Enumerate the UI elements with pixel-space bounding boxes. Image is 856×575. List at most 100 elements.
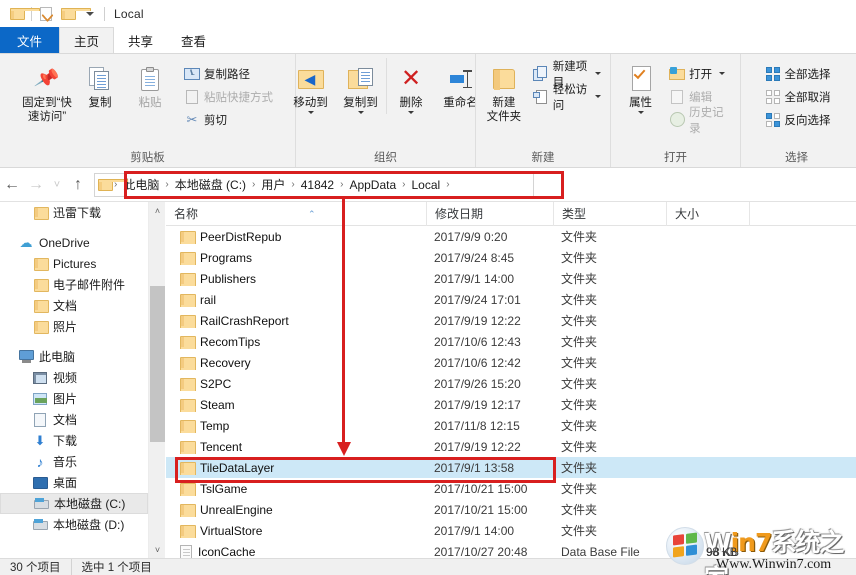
breadcrumb-item-users[interactable]: 用户 — [256, 176, 290, 193]
copy-to-button[interactable]: 复制到 — [336, 58, 386, 114]
nav-item-label: 文档 — [53, 299, 78, 313]
nav-item-[interactable]: 电子邮件附件 — [0, 274, 148, 295]
tab-share[interactable]: 共享 — [114, 27, 167, 53]
table-row[interactable]: Temp 2017/11/8 12:15 文件夹 — [166, 415, 856, 436]
breadcrumb-item-local-disk[interactable]: 本地磁盘 (C:) — [170, 176, 251, 193]
qat-folder-icon[interactable] — [6, 3, 40, 25]
delete-chevron-down-icon[interactable] — [408, 111, 414, 114]
cell-type: 文件夹 — [561, 524, 598, 538]
ribbon: 📌 固定到“快 速访问” 复制 粘贴 \\.. 复制路径 粘贴快捷方式 ✂ 剪切… — [0, 54, 856, 168]
table-row[interactable]: Publishers 2017/9/1 14:00 文件夹 — [166, 268, 856, 289]
table-row[interactable]: Tencent 2017/9/19 12:22 文件夹 — [166, 436, 856, 457]
nav-scroll-thumb[interactable] — [150, 286, 165, 442]
cell-date: 2017/9/19 12:22 — [434, 439, 521, 454]
back-button[interactable]: ← — [0, 173, 24, 197]
pin-to-quick-access-button[interactable]: 📌 固定到“快 速访问” — [19, 58, 75, 124]
tab-view[interactable]: 查看 — [167, 27, 220, 53]
select-none-button[interactable]: 全部取消 — [762, 85, 834, 108]
nav-item-[interactable]: 文档 — [0, 295, 148, 316]
file-name-label: Publishers — [200, 271, 257, 286]
table-row[interactable]: PeerDistRepub 2017/9/9 0:20 文件夹 — [166, 226, 856, 247]
new-item-chevron-down-icon[interactable] — [595, 72, 601, 75]
open-button[interactable]: 打开 — [666, 62, 734, 85]
nav-item-[interactable]: 文档 — [0, 409, 148, 430]
file-name-label: RailCrashReport — [200, 313, 289, 328]
select-all-button[interactable]: 全部选择 — [762, 62, 834, 85]
move-to-button[interactable]: ◀ 移动到 — [286, 58, 336, 114]
copy-to-chevron-down-icon[interactable] — [357, 111, 364, 114]
qat-properties-icon[interactable] — [35, 3, 57, 25]
table-row[interactable]: RailCrashReport 2017/9/19 12:22 文件夹 — [166, 310, 856, 331]
properties-button[interactable]: 属性 — [617, 58, 664, 114]
cell-name: Steam — [166, 398, 426, 412]
properties-chevron-down-icon[interactable] — [637, 111, 644, 114]
table-row[interactable]: TileDataLayer 2017/9/1 13:58 文件夹 — [166, 457, 856, 478]
folder-icon — [180, 524, 196, 538]
cell-date: 2017/9/19 12:22 — [434, 313, 521, 328]
nav-item-[interactable]: 照片 — [0, 316, 148, 337]
nav-item-onedrive[interactable]: ☁ OneDrive — [0, 232, 148, 253]
nav-item-label: 图片 — [53, 392, 78, 406]
column-header-name[interactable]: 名称 ⌃ — [166, 202, 426, 226]
table-row[interactable]: rail 2017/9/24 17:01 文件夹 — [166, 289, 856, 310]
nav-item-pictures[interactable]: Pictures — [0, 253, 148, 274]
table-row[interactable]: Recovery 2017/10/6 12:42 文件夹 — [166, 352, 856, 373]
history-button[interactable]: 历史记录 — [666, 107, 734, 135]
paste-shortcut-button[interactable]: 粘贴快捷方式 — [181, 85, 276, 108]
edit-label: 编辑 — [689, 91, 713, 104]
column-header-date[interactable]: 修改日期 — [426, 202, 553, 226]
breadcrumb-item-local[interactable]: Local — [407, 178, 446, 192]
nav-item-[interactable]: 此电脑 — [0, 346, 148, 367]
nav-scroll-up-icon[interactable]: ˄ — [149, 202, 166, 219]
paste-button[interactable]: 粘贴 — [125, 58, 175, 110]
easy-access-button[interactable]: 轻松访问 — [530, 84, 604, 112]
file-list[interactable]: 名称 ⌃ 修改日期 类型 大小 PeerDistRepub 2017/9/9 0:… — [166, 202, 856, 558]
group-title-open: 打开 — [664, 152, 687, 164]
breadcrumb-item-appdata[interactable]: AppData — [344, 178, 401, 192]
table-row[interactable]: RecomTips 2017/10/6 12:43 文件夹 — [166, 331, 856, 352]
up-button[interactable]: ↑ — [66, 173, 90, 197]
column-header-size[interactable]: 大小 — [666, 202, 749, 226]
delete-icon: ✕ — [400, 65, 422, 92]
table-row[interactable]: Steam 2017/9/19 12:17 文件夹 — [166, 394, 856, 415]
table-row[interactable]: UnrealEngine 2017/10/21 15:00 文件夹 — [166, 499, 856, 520]
forward-button[interactable]: → — [24, 173, 48, 197]
easy-access-chevron-down-icon[interactable] — [595, 95, 601, 98]
nav-item-[interactable]: 桌面 — [0, 472, 148, 493]
cell-name: Recovery — [166, 356, 426, 370]
table-row[interactable]: Programs 2017/9/24 8:45 文件夹 — [166, 247, 856, 268]
nav-item-d[interactable]: 本地磁盘 (D:) — [0, 514, 148, 535]
nav-item-[interactable]: 视频 — [0, 367, 148, 388]
navigation-pane-scrollbar[interactable]: ˄ ˅ — [148, 202, 165, 558]
nav-item-[interactable]: ♪ 音乐 — [0, 451, 148, 472]
new-folder-button[interactable]: 新建 文件夹 — [482, 58, 526, 124]
move-to-chevron-down-icon[interactable] — [307, 111, 314, 114]
table-row[interactable]: TslGame 2017/10/21 15:00 文件夹 — [166, 478, 856, 499]
nav-item-[interactable]: 迅雷下载 — [0, 202, 148, 223]
nav-item-c[interactable]: 本地磁盘 (C:) — [0, 493, 148, 514]
copy-button[interactable]: 复制 — [75, 58, 125, 110]
qat-new-folder-icon[interactable] — [57, 3, 91, 25]
column-header-type[interactable]: 类型 — [553, 202, 666, 226]
nav-item-[interactable]: 图片 — [0, 388, 148, 409]
tab-home[interactable]: 主页 — [59, 27, 115, 53]
cut-button[interactable]: ✂ 剪切 — [181, 108, 276, 131]
tab-file[interactable]: 文件 — [0, 27, 60, 53]
open-chevron-down-icon[interactable] — [719, 72, 726, 75]
delete-button[interactable]: ✕ 删除 — [385, 58, 436, 114]
breadcrumb-item-41842[interactable]: 41842 — [296, 178, 339, 192]
pointer-arrow-shaft — [342, 199, 345, 444]
recent-locations-button[interactable]: ˅ — [48, 173, 66, 197]
column-header-name-label: 名称 — [174, 206, 199, 221]
qat-chevron-down-icon[interactable] — [79, 3, 101, 25]
breadcrumb-sep-6[interactable]: › — [445, 179, 450, 190]
table-row[interactable]: S2PC 2017/9/26 15:20 文件夹 — [166, 373, 856, 394]
navigation-pane[interactable]: 迅雷下载 ☁ OneDrive Pictures 电子邮件附件 文档 照片 此电脑 视频 图片 文档… — [0, 202, 148, 558]
nav-item-[interactable]: ⬇ 下载 — [0, 430, 148, 451]
copy-path-button[interactable]: \\.. 复制路径 — [181, 62, 276, 85]
copy-path-icon: \\.. — [184, 66, 200, 82]
folder-icon — [32, 205, 49, 221]
invert-selection-button[interactable]: 反向选择 — [762, 108, 834, 131]
breadcrumb[interactable]: › 此电脑 › 本地磁盘 (C:) › 用户 › 41842 › AppData… — [94, 172, 534, 197]
nav-scroll-down-icon[interactable]: ˅ — [149, 541, 166, 558]
